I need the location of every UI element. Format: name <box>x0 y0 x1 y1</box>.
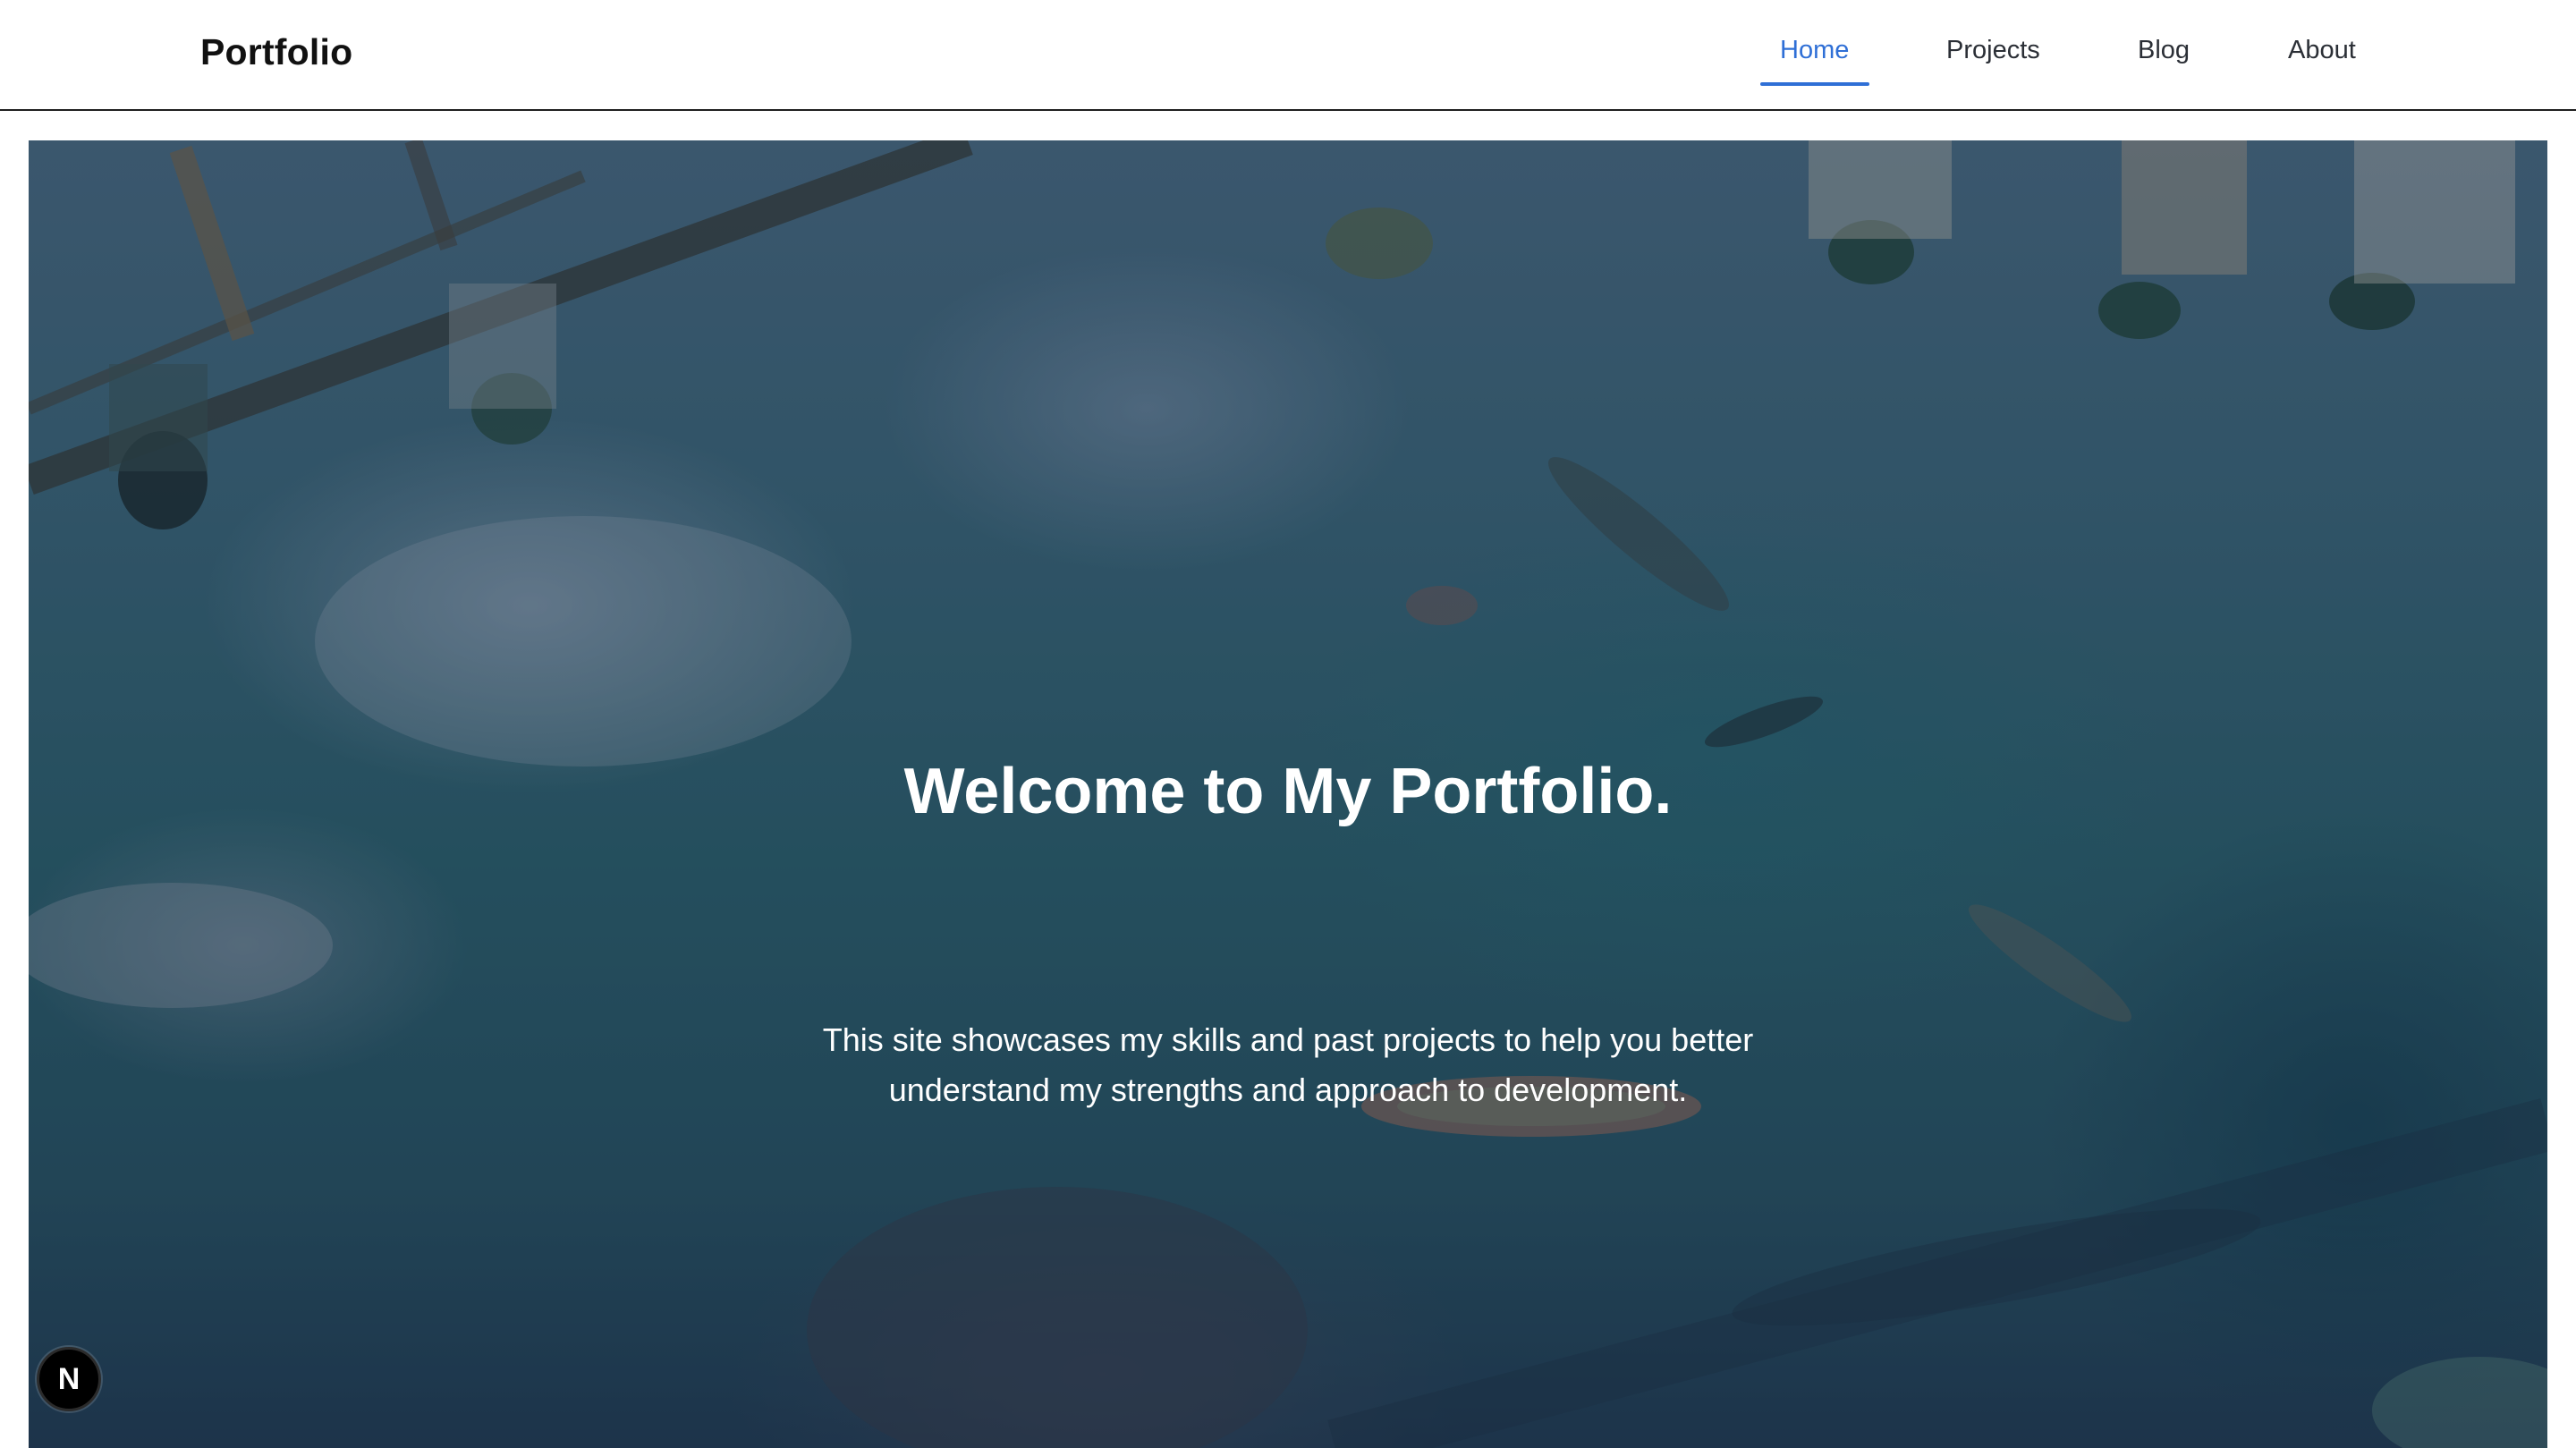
nextjs-logo-icon: N <box>57 1361 80 1396</box>
nav-item-home[interactable]: Home <box>1780 34 1849 66</box>
nav-item-projects[interactable]: Projects <box>1946 34 2040 66</box>
main-nav: Home Projects Blog About <box>0 0 2576 109</box>
nextjs-dev-badge-button[interactable]: N <box>37 1347 101 1411</box>
site-header: Portfolio Home Projects Blog About <box>0 0 2576 111</box>
hero-section: Welcome to My Portfolio. This site showc… <box>29 140 2547 1448</box>
active-nav-indicator <box>1760 82 1869 86</box>
nav-item-about[interactable]: About <box>2288 34 2356 66</box>
nav-item-blog[interactable]: Blog <box>2138 34 2190 66</box>
hero-subtitle: This site showcases my skills and past p… <box>822 1021 1754 1108</box>
hero-title: Welcome to My Portfolio. <box>903 756 1673 827</box>
